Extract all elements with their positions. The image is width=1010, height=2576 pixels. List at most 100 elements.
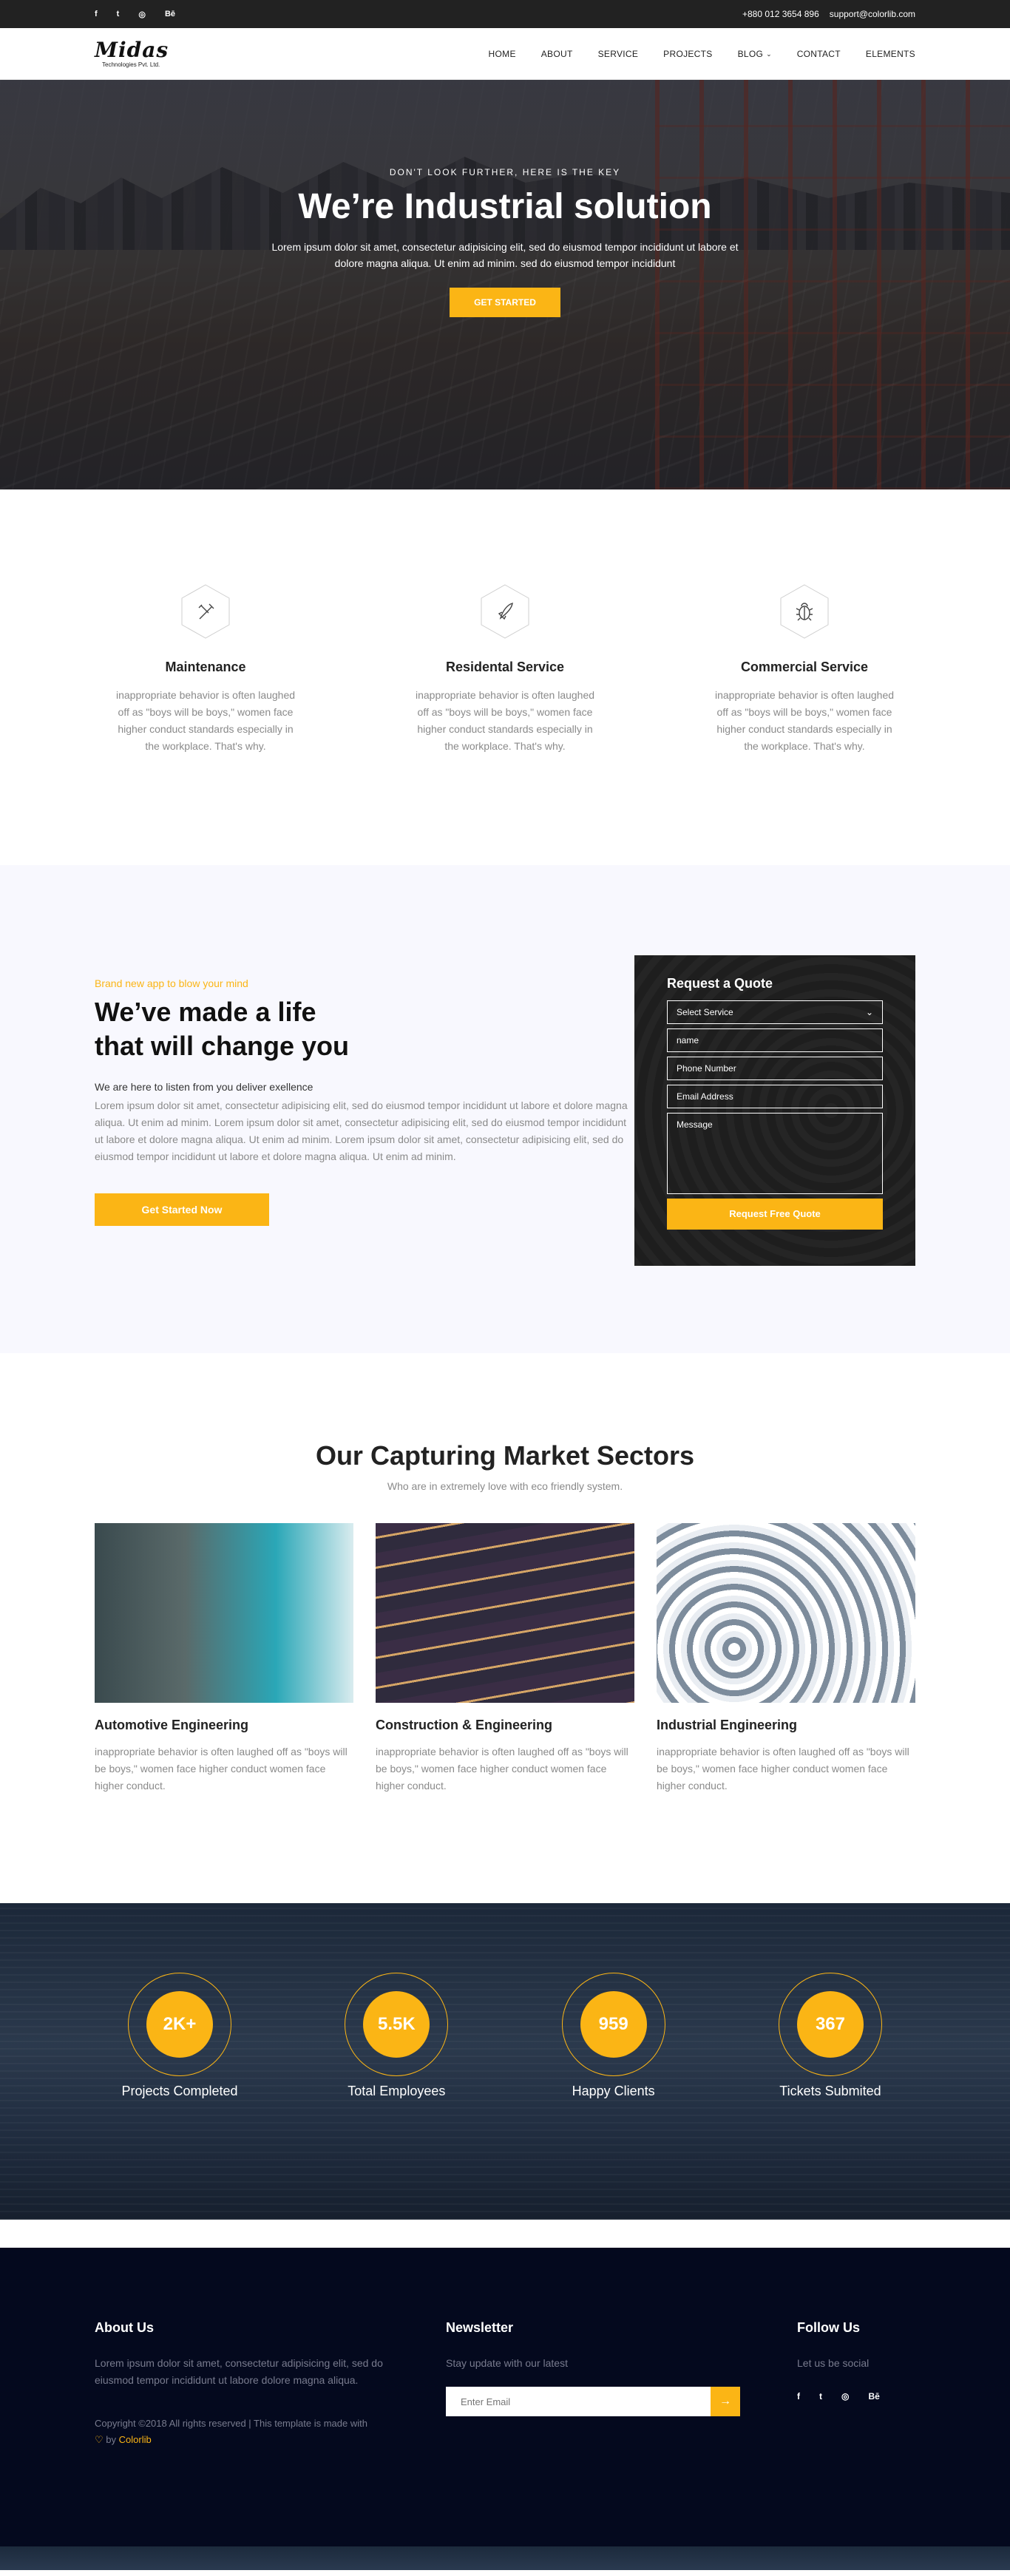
newsletter-title: Newsletter (446, 2320, 514, 2335)
stat-item: 367 Tickets Submited (745, 1973, 915, 2099)
get-started-button[interactable]: GET STARTED (450, 288, 560, 317)
site-header: Midas Technologies Pvt. Ltd. HOME ABOUT … (0, 28, 1010, 80)
services-section: Maintenance inappropriate behavior is of… (0, 489, 1010, 865)
copyright-by: by (106, 2434, 117, 2445)
sector-title[interactable]: Construction & Engineering (376, 1718, 634, 1733)
quote-lead: We are here to listen from you deliver e… (95, 1081, 313, 1093)
sector-title[interactable]: Industrial Engineering (657, 1718, 915, 1733)
nav-elements[interactable]: ELEMENTS (866, 49, 915, 59)
service-card: Maintenance inappropriate behavior is of… (95, 584, 316, 755)
quote-body: Lorem ipsum dolor sit amet, consectetur … (95, 1099, 628, 1162)
sectors-section: Our Capturing Market Sectors Who are in … (0, 1353, 1010, 1903)
stat-value: 367 (796, 1991, 864, 2058)
newsletter-form: → (446, 2387, 797, 2416)
request-quote-button[interactable]: Request Free Quote (667, 1199, 883, 1230)
sector-text: inappropriate behavior is often laughed … (376, 1746, 628, 1792)
footer-about: About Us Lorem ipsum dolor sit amet, con… (95, 2320, 446, 2448)
sector-text: inappropriate behavior is often laughed … (95, 1746, 348, 1792)
sector-card: Automotive Engineering inappropriate beh… (95, 1523, 353, 1794)
colorlib-link[interactable]: Colorlib (119, 2434, 152, 2445)
quote-heading-line1: We’ve made a life (95, 997, 316, 1027)
quote-eyebrow: Brand new app to blow your mind (95, 977, 248, 989)
nav-blog-dropdown[interactable]: BLOG ⌄ (738, 49, 772, 59)
email-field[interactable]: Email Address (667, 1085, 883, 1108)
stat-value: 959 (580, 1991, 647, 2058)
hero-content: DON'T LOOK FURTHER, HERE IS THE KEY We’r… (0, 167, 1010, 317)
behance-icon[interactable]: Bē (165, 10, 175, 18)
follow-text: Let us be social (797, 2357, 870, 2369)
service-select[interactable]: Select Service ⌄ (667, 1000, 883, 1024)
hero-title: We’re Industrial solution (298, 187, 712, 226)
service-card: Residental Service inappropriate behavio… (394, 584, 616, 755)
footer-about-title: About Us (95, 2320, 154, 2335)
sectors-title: Our Capturing Market Sectors (315, 1440, 695, 1471)
stat-label: Projects Completed (121, 2084, 238, 2098)
nav-service[interactable]: SERVICE (598, 49, 639, 59)
sector-title[interactable]: Automotive Engineering (95, 1718, 353, 1733)
nav-projects[interactable]: PROJECTS (663, 49, 712, 59)
stat-label: Happy Clients (572, 2084, 655, 2098)
stat-item: 5.5K Total Employees (311, 1973, 481, 2099)
topbar-social: f t ◎ Bē (95, 10, 175, 19)
name-field[interactable]: name (667, 1028, 883, 1052)
service-card: Commercial Service inappropriate behavio… (694, 584, 915, 755)
main-nav: HOME ABOUT SERVICE PROJECTS BLOG ⌄ CONTA… (489, 49, 915, 59)
newsletter-submit-button[interactable]: → (711, 2387, 740, 2416)
footer-social: f t ◎ Bē (797, 2391, 915, 2402)
facebook-icon[interactable]: f (95, 10, 98, 18)
service-title: Maintenance (165, 660, 246, 674)
copyright-text: Copyright ©2018 All rights reserved | Th… (95, 2418, 367, 2429)
topbar-phone[interactable]: +880 012 3654 896 (742, 9, 819, 19)
message-field[interactable]: Message (667, 1113, 883, 1194)
stats-section: 2K+ Projects Completed 5.5K Total Employ… (0, 1903, 1010, 2220)
stat-label: Tickets Submited (779, 2084, 881, 2098)
behance-icon[interactable]: Bē (868, 2391, 879, 2402)
service-text: inappropriate behavior is often laughed … (714, 689, 895, 752)
footer-follow: Follow Us Let us be social f t ◎ Bē (797, 2320, 915, 2448)
quote-heading-line2: that will change you (95, 1031, 350, 1061)
phone-field[interactable]: Phone Number (667, 1057, 883, 1080)
sector-image-industrial[interactable] (657, 1523, 915, 1703)
stat-item: 2K+ Projects Completed (95, 1973, 265, 2099)
follow-title: Follow Us (797, 2320, 860, 2335)
twitter-icon[interactable]: t (117, 10, 120, 18)
footer-about-text: Lorem ipsum dolor sit amet, consectetur … (95, 2357, 383, 2386)
sector-card: Industrial Engineering inappropriate beh… (657, 1523, 915, 1794)
nav-blog[interactable]: BLOG (738, 49, 764, 59)
service-title: Residental Service (445, 660, 565, 674)
copyright: Copyright ©2018 All rights reserved | Th… (95, 2416, 446, 2448)
twitter-icon[interactable]: t (819, 2391, 822, 2402)
quote-intro: Brand new app to blow your mind We’ve ma… (95, 955, 634, 1266)
sector-text: inappropriate behavior is often laughed … (657, 1746, 909, 1792)
sector-image-construction[interactable] (376, 1523, 634, 1703)
nav-about[interactable]: ABOUT (541, 49, 573, 59)
logo[interactable]: Midas Technologies Pvt. Ltd. (95, 40, 169, 68)
rocket-icon (481, 584, 529, 639)
nav-contact[interactable]: CONTACT (797, 49, 841, 59)
sectors-subtitle: Who are in extremely love with eco frien… (387, 1480, 623, 1492)
sector-card: Construction & Engineering inappropriate… (376, 1523, 634, 1794)
sector-image-automotive[interactable] (95, 1523, 353, 1703)
quote-heading: We’ve made a life that will change you (95, 995, 634, 1063)
topbar-email[interactable]: support@colorlib.com (830, 9, 915, 19)
quote-form-title: Request a Quote (667, 976, 773, 991)
nav-home[interactable]: HOME (489, 49, 516, 59)
stat-value: 5.5K (363, 1991, 430, 2058)
site-footer: About Us Lorem ipsum dolor sit amet, con… (0, 2248, 1010, 2546)
stat-item: 959 Happy Clients (529, 1973, 699, 2099)
newsletter-text: Stay update with our latest (446, 2357, 568, 2369)
quote-section: Brand new app to blow your mind We’ve ma… (0, 865, 1010, 1353)
get-started-now-button[interactable]: Get Started Now (95, 1193, 269, 1226)
stat-value: 2K+ (146, 1991, 213, 2058)
newsletter-email-input[interactable] (446, 2387, 711, 2416)
tools-icon (181, 584, 230, 639)
logo-brand: Midas (95, 38, 169, 62)
top-bar: f t ◎ Bē +880 012 3654 896 support@color… (0, 0, 1010, 28)
hero-banner: DON'T LOOK FURTHER, HERE IS THE KEY We’r… (0, 80, 1010, 489)
service-title: Commercial Service (740, 660, 869, 674)
bottom-image-strip (0, 2546, 1010, 2570)
dribbble-icon[interactable]: ◎ (138, 10, 146, 19)
service-text: inappropriate behavior is often laughed … (115, 689, 296, 752)
dribbble-icon[interactable]: ◎ (841, 2391, 849, 2402)
facebook-icon[interactable]: f (797, 2391, 800, 2402)
